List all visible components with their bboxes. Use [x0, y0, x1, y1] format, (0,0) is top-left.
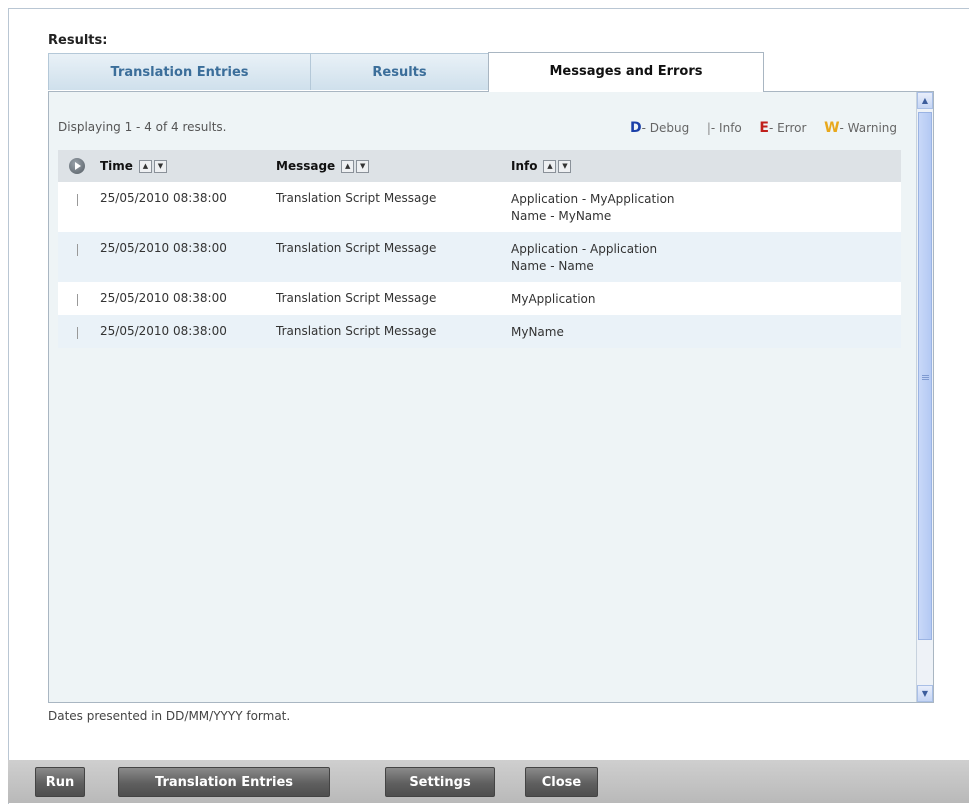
time-cell: 25/05/2010 08:38:00: [100, 324, 227, 338]
sort-descending-icon[interactable]: ▼: [558, 159, 572, 173]
scroll-up-icon[interactable]: ▲: [917, 92, 933, 109]
info-severity-icon: [76, 244, 78, 256]
time-sort-buttons: ▲ ▼: [138, 159, 167, 173]
time-cell: 25/05/2010 08:38:00: [100, 291, 227, 305]
translation-entries-button[interactable]: Translation Entries: [118, 767, 330, 797]
info-line: Name - MyName: [511, 209, 612, 223]
grip-icon: [922, 375, 929, 376]
info-severity-icon: [76, 294, 78, 306]
error-key: E: [759, 120, 769, 136]
scroll-down-icon[interactable]: ▼: [917, 685, 933, 702]
message-cell: Translation Script Message: [276, 324, 437, 338]
info-line: Application - Application: [511, 242, 658, 256]
table-row[interactable]: 25/05/2010 08:38:00 Translation Script M…: [58, 182, 901, 232]
time-header-label: Time: [100, 159, 133, 173]
tab-messages-and-errors[interactable]: Messages and Errors: [488, 52, 764, 92]
info-header-label: Info: [511, 159, 538, 173]
info-line: Application - MyApplication: [511, 192, 675, 206]
severity-cell: [58, 282, 96, 306]
info-cell: MyApplication: [507, 282, 901, 308]
message-cell: Translation Script Message: [276, 241, 437, 255]
error-label: - Error: [769, 121, 807, 135]
message-header-label: Message: [276, 159, 336, 173]
debug-key: D: [629, 120, 642, 136]
messages-panel: Displaying 1 - 4 of 4 results. D- Debug …: [48, 91, 934, 703]
sort-descending-icon[interactable]: ▼: [153, 159, 167, 173]
sort-ascending-icon[interactable]: ▲: [543, 159, 557, 173]
debug-label: - Debug: [641, 121, 690, 135]
message-cell: Translation Script Message: [276, 291, 437, 305]
settings-button[interactable]: Settings: [385, 767, 495, 797]
tab-results[interactable]: Results: [310, 53, 489, 90]
sort-ascending-icon[interactable]: ▲: [341, 159, 355, 173]
tab-bar: Translation Entries Results Messages and…: [48, 52, 764, 92]
info-cell: Application - Application Name - Name: [507, 232, 901, 275]
column-header-message: Message ▲ ▼: [272, 159, 507, 173]
warning-label: - Warning: [839, 121, 897, 135]
time-cell: 25/05/2010 08:38:00: [100, 191, 227, 205]
message-cell: Translation Script Message: [276, 191, 437, 205]
message-sort-buttons: ▲ ▼: [341, 159, 370, 173]
expand-all-cell: [58, 158, 96, 174]
vertical-scrollbar[interactable]: ▲ ▼: [916, 92, 933, 702]
table-row[interactable]: 25/05/2010 08:38:00 Translation Script M…: [58, 282, 901, 315]
display-count: Displaying 1 - 4 of 4 results.: [58, 120, 227, 134]
info-line: MyApplication: [511, 292, 596, 306]
date-format-note: Dates presented in DD/MM/YYYY format.: [48, 709, 291, 723]
info-severity-icon: [76, 194, 78, 206]
info-label: - Info: [710, 121, 742, 135]
scroll-thumb[interactable]: [918, 112, 932, 640]
sort-descending-icon[interactable]: ▼: [356, 159, 370, 173]
time-cell: 25/05/2010 08:38:00: [100, 241, 227, 255]
info-line: Name - Name: [511, 259, 594, 273]
severity-legend: D- Debug |- Info E- Error W- Warning: [630, 120, 897, 136]
column-header-info: Info ▲ ▼: [507, 159, 901, 173]
info-cell: MyName: [507, 315, 901, 341]
warning-key: W: [824, 120, 840, 136]
play-icon[interactable]: [69, 158, 85, 174]
results-title: Results:: [48, 33, 108, 48]
close-button[interactable]: Close: [525, 767, 598, 797]
info-line: MyName: [511, 325, 564, 339]
sort-ascending-icon[interactable]: ▲: [138, 159, 152, 173]
tab-translation-entries[interactable]: Translation Entries: [48, 53, 311, 90]
table-row[interactable]: 25/05/2010 08:38:00 Translation Script M…: [58, 315, 901, 348]
info-severity-icon: [76, 327, 78, 339]
severity-cell: [58, 182, 96, 206]
info-cell: Application - MyApplication Name - MyNam…: [507, 182, 901, 225]
severity-cell: [58, 315, 96, 339]
footer-toolbar: Run Translation Entries Settings Close: [8, 760, 969, 803]
table-row[interactable]: 25/05/2010 08:38:00 Translation Script M…: [58, 232, 901, 282]
info-sort-buttons: ▲ ▼: [543, 159, 572, 173]
severity-cell: [58, 232, 96, 256]
column-header-time: Time ▲ ▼: [96, 159, 272, 173]
table-header: Time ▲ ▼ Message ▲ ▼ Info ▲ ▼: [58, 150, 901, 182]
run-button[interactable]: Run: [35, 767, 85, 797]
messages-table: Time ▲ ▼ Message ▲ ▼ Info ▲ ▼ 25/05/2010…: [58, 150, 901, 348]
